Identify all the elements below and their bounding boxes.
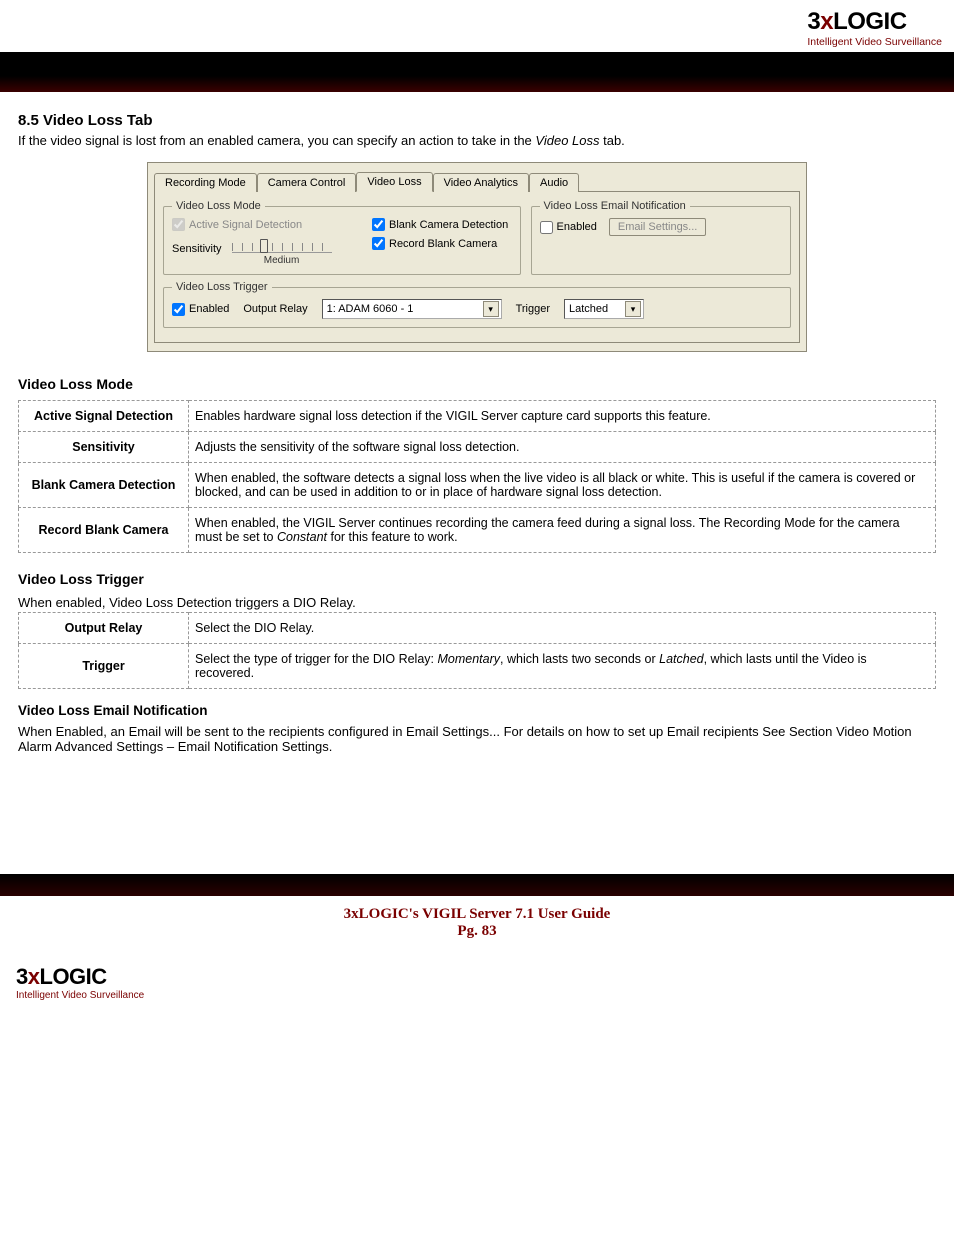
label-output-relay: Output Relay: [243, 303, 307, 315]
trigger-intro: When enabled, Video Loss Detection trigg…: [18, 595, 936, 610]
brand-logo-bottom: 3xLOGIC Intelligent Video Surveillance: [0, 958, 954, 1011]
email-paragraph: When Enabled, an Email will be sent to t…: [18, 724, 936, 754]
brand-logo-top: 3xLOGIC Intelligent Video Surveillance: [807, 8, 942, 48]
table-mode: Active Signal Detection Enables hardware…: [18, 400, 936, 553]
logo-3: 3: [807, 8, 820, 35]
section-heading: 8.5 Video Loss Tab: [18, 112, 936, 129]
tab-video-loss[interactable]: Video Loss: [356, 172, 432, 192]
footer-bar: [0, 874, 954, 896]
cell-desc: When enabled, the software detects a sig…: [189, 463, 936, 508]
group-video-loss-trigger: Video Loss Trigger Enabled Output Relay …: [163, 281, 791, 328]
logo-logic: LOGIC: [833, 8, 907, 35]
cell-desc: Select the type of trigger for the DIO R…: [189, 644, 936, 689]
cell-desc: Select the DIO Relay.: [189, 613, 936, 644]
cell-label: Sensitivity: [19, 432, 189, 463]
section-intro: If the video signal is lost from an enab…: [18, 133, 936, 148]
dd-trigger[interactable]: Latched ▾: [564, 299, 644, 319]
chk-email-enabled[interactable]: Enabled: [540, 221, 597, 234]
output-relay-value: 1: ADAM 6060 - 1: [327, 303, 414, 315]
cell-desc: When enabled, the VIGIL Server continues…: [189, 508, 936, 553]
cell-label: Record Blank Camera: [19, 508, 189, 553]
cell-label: Blank Camera Detection: [19, 463, 189, 508]
chevron-down-icon: ▾: [483, 301, 499, 317]
chk-active-signal[interactable]: Active Signal Detection: [172, 218, 342, 231]
tab-video-analytics[interactable]: Video Analytics: [433, 173, 529, 192]
table-trigger: Output Relay Select the DIO Relay. Trigg…: [18, 612, 936, 689]
table-row: Blank Camera Detection When enabled, the…: [19, 463, 936, 508]
intro-suffix: tab.: [600, 133, 625, 148]
page-header: 3xLOGIC Intelligent Video Surveillance: [0, 0, 954, 52]
email-settings-button[interactable]: Email Settings...: [609, 218, 706, 236]
group-email-notification: Video Loss Email Notification Enabled Em…: [531, 200, 792, 275]
trigger-value: Latched: [569, 303, 608, 315]
header-bar: [0, 52, 954, 92]
intro-italic: Video Loss: [535, 133, 599, 148]
table-row: Active Signal Detection Enables hardware…: [19, 401, 936, 432]
group-video-loss-mode: Video Loss Mode Active Signal Detection …: [163, 200, 521, 275]
sensitivity-value: Medium: [264, 255, 300, 266]
cell-label: Output Relay: [19, 613, 189, 644]
chk-record-blank[interactable]: Record Blank Camera: [372, 237, 508, 250]
cell-desc: Enables hardware signal loss detection i…: [189, 401, 936, 432]
footer-page: Pg. 83: [0, 923, 954, 940]
heading-video-loss-mode: Video Loss Mode: [18, 376, 936, 392]
heading-email-notification: Video Loss Email Notification: [18, 703, 936, 718]
dd-output-relay[interactable]: 1: ADAM 6060 - 1 ▾: [322, 299, 502, 319]
footer-text: 3xLOGIC's VIGIL Server 7.1 User Guide Pg…: [0, 896, 954, 958]
tab-camera-control[interactable]: Camera Control: [257, 173, 357, 192]
tab-audio[interactable]: Audio: [529, 173, 579, 192]
tab-recording-mode[interactable]: Recording Mode: [154, 173, 257, 192]
intro-prefix: If the video signal is lost from an enab…: [18, 133, 535, 148]
table-row: Trigger Select the type of trigger for t…: [19, 644, 936, 689]
logo-x: x: [820, 8, 833, 35]
cell-desc: Adjusts the sensitivity of the software …: [189, 432, 936, 463]
heading-video-loss-trigger: Video Loss Trigger: [18, 571, 936, 587]
chk-trigger-enabled[interactable]: Enabled: [172, 303, 229, 316]
cell-label: Active Signal Detection: [19, 401, 189, 432]
video-loss-dialog: Recording Mode Camera Control Video Loss…: [147, 162, 807, 352]
legend-mode: Video Loss Mode: [172, 200, 265, 212]
chk-blank-camera[interactable]: Blank Camera Detection: [372, 218, 508, 231]
dialog-tabs: Recording Mode Camera Control Video Loss…: [154, 167, 800, 191]
table-row: Record Blank Camera When enabled, the VI…: [19, 508, 936, 553]
logo-sub: Intelligent Video Surveillance: [807, 36, 942, 48]
legend-email: Video Loss Email Notification: [540, 200, 690, 212]
table-row: Sensitivity Adjusts the sensitivity of t…: [19, 432, 936, 463]
label-trigger: Trigger: [516, 303, 550, 315]
legend-trigger: Video Loss Trigger: [172, 281, 272, 293]
label-sensitivity: Sensitivity: [172, 243, 222, 255]
footer-title: 3xLOGIC's VIGIL Server 7.1 User Guide: [0, 906, 954, 923]
cell-label: Trigger: [19, 644, 189, 689]
chevron-down-icon: ▾: [625, 301, 641, 317]
table-row: Output Relay Select the DIO Relay.: [19, 613, 936, 644]
sensitivity-slider[interactable]: Medium: [232, 243, 332, 266]
